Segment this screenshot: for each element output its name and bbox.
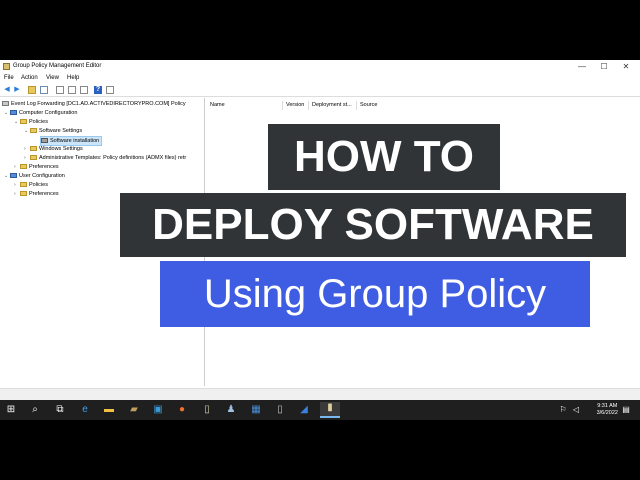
- forward-arrow-icon[interactable]: ▶: [13, 86, 21, 94]
- refresh-icon[interactable]: [68, 86, 76, 94]
- help-icon[interactable]: ?: [94, 86, 102, 94]
- clock-time: 9:31 AM: [597, 403, 618, 409]
- toolbar: ◀ ▶ ?: [0, 84, 640, 97]
- folder-icon: [20, 164, 27, 170]
- server-manager-icon[interactable]: ▰: [128, 404, 140, 416]
- menu-file[interactable]: File: [4, 75, 14, 81]
- firefox-icon[interactable]: ●: [176, 404, 188, 416]
- up-folder-icon[interactable]: [28, 86, 36, 94]
- menu-help[interactable]: Help: [67, 75, 79, 81]
- column-header-source[interactable]: Source: [358, 101, 420, 110]
- app-icon: [3, 63, 10, 70]
- tree-item-policies[interactable]: ⌄ Policies: [14, 118, 48, 126]
- tree-item-computer-configuration[interactable]: ⌄ Computer Configuration: [4, 109, 77, 117]
- banner-line-using-group-policy: Using Group Policy: [160, 261, 590, 327]
- back-arrow-icon[interactable]: ◀: [3, 86, 11, 94]
- tree-item-windows-settings[interactable]: › Windows Settings: [24, 145, 83, 153]
- menu-action[interactable]: Action: [21, 75, 38, 81]
- folder-icon: [20, 191, 27, 197]
- properties-icon[interactable]: [56, 86, 64, 94]
- maximize-button[interactable]: ☐: [596, 62, 612, 72]
- document-icon[interactable]: ▯: [274, 404, 286, 416]
- search-icon[interactable]: ⌕: [29, 404, 41, 416]
- tree-item-software-settings[interactable]: ⌄ Software Settings: [24, 127, 82, 135]
- windows-start-icon[interactable]: ⊞: [5, 404, 17, 416]
- task-view-icon[interactable]: ⧉: [54, 404, 66, 416]
- software-installation-icon: [41, 138, 48, 144]
- banner-line-how-to: HOW TO: [268, 124, 500, 190]
- export-list-icon[interactable]: [80, 86, 88, 94]
- notepad-icon[interactable]: ▯: [201, 404, 213, 416]
- taskbar-clock[interactable]: 9:31 AM 3/6/2022: [597, 403, 618, 417]
- edge-browser-icon[interactable]: e: [79, 404, 91, 416]
- gpo-editor-taskbar-icon[interactable]: ▮: [320, 402, 340, 418]
- tree-item-computer-preferences[interactable]: › Preferences: [14, 163, 59, 171]
- folder-icon: [30, 155, 37, 161]
- notifications-tray-icon[interactable]: ⚐: [557, 404, 569, 416]
- column-header-name[interactable]: Name: [208, 101, 283, 110]
- tree-item-user-preferences[interactable]: › Preferences: [14, 190, 59, 198]
- network-icon[interactable]: ▦: [250, 404, 262, 416]
- azure-icon[interactable]: ◢: [298, 404, 310, 416]
- taskbar: ⊞ ⌕ ⧉ e ▬ ▰ ▣ ● ▯ ♟ ▦ ▯ ◢ ▮ ⚐ ◁ 9:31 AM …: [0, 400, 640, 420]
- folder-icon: [20, 119, 27, 125]
- tree-item-administrative-templates[interactable]: › Administrative Templates: Policy defini…: [24, 154, 186, 162]
- action-center-icon[interactable]: ▤: [620, 404, 632, 416]
- folder-icon: [30, 146, 37, 152]
- menu-bar: File Action View Help: [0, 74, 640, 84]
- column-header-version[interactable]: Version: [284, 101, 309, 110]
- column-header-deployment-state[interactable]: Deployment st...: [310, 101, 357, 110]
- file-explorer-icon[interactable]: ▬: [103, 404, 115, 416]
- banner-line-deploy-software: DEPLOY SOFTWARE: [120, 193, 626, 257]
- view-icon[interactable]: [106, 86, 114, 94]
- users-computers-icon[interactable]: ♟: [225, 404, 237, 416]
- minimize-button[interactable]: —: [574, 62, 590, 72]
- menu-view[interactable]: View: [46, 75, 59, 81]
- powershell-icon[interactable]: ▣: [152, 404, 164, 416]
- computer-icon: [10, 110, 17, 116]
- title-bar: Group Policy Management Editor — ☐ ✕: [0, 60, 640, 74]
- window-title: Group Policy Management Editor: [13, 63, 102, 69]
- close-button[interactable]: ✕: [618, 62, 634, 72]
- tree-item-policy-root[interactable]: Event Log Forwarding [DC1.AD.ACTIVEDIREC…: [2, 100, 186, 108]
- clock-date: 3/6/2022: [596, 410, 618, 416]
- policy-icon: [2, 101, 9, 107]
- show-hide-tree-icon[interactable]: [40, 86, 48, 94]
- tree-item-user-policies[interactable]: › Policies: [14, 181, 48, 189]
- folder-icon: [30, 128, 37, 134]
- tree-item-user-configuration[interactable]: ⌄ User Configuration: [4, 172, 65, 180]
- user-icon: [10, 173, 17, 179]
- volume-icon[interactable]: ◁: [570, 404, 582, 416]
- folder-icon: [20, 182, 27, 188]
